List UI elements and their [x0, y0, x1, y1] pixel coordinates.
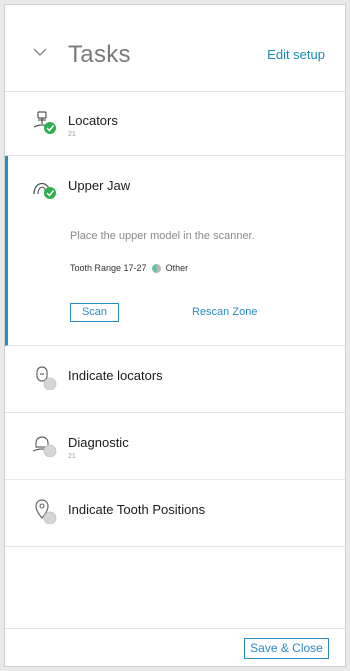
task-description: Place the upper model in the scanner. — [70, 230, 255, 242]
upper-jaw-icon — [33, 182, 56, 199]
task-indicate-locators[interactable]: Indicate locators — [5, 346, 345, 413]
task-sub: 21 — [68, 453, 76, 460]
indicate-locators-icon — [36, 366, 57, 390]
scan-button[interactable]: Scan — [70, 303, 119, 322]
diagnostic-icon — [32, 436, 57, 457]
chevron-down-icon[interactable] — [33, 47, 47, 57]
tasks-panel: Tasks Edit setup Locators 21 Upper Jaw P… — [4, 4, 346, 667]
rescan-zone-link[interactable]: Rescan Zone — [192, 306, 257, 318]
tooth-range: Tooth Range 17-27 Other — [70, 263, 188, 273]
material-label: Other — [165, 263, 189, 273]
material-color-icon — [151, 263, 161, 273]
edit-setup-link[interactable]: Edit setup — [267, 47, 325, 62]
task-indicate-tooth-positions[interactable]: Indicate Tooth Positions — [5, 480, 345, 547]
locator-icon — [33, 111, 56, 134]
task-name: Indicate Tooth Positions — [68, 502, 206, 517]
task-name: Upper Jaw — [68, 178, 131, 193]
task-diagnostic[interactable]: Diagnostic 21 — [5, 413, 345, 480]
task-name: Locators — [68, 113, 118, 128]
tooth-position-icon — [35, 499, 57, 524]
tooth-range-label: Tooth Range 17-27 — [70, 263, 147, 273]
task-locators[interactable]: Locators 21 — [5, 91, 345, 156]
task-sub: 21 — [68, 131, 76, 138]
tasks-header: Tasks Edit setup — [5, 5, 345, 92]
page-title: Tasks — [68, 41, 131, 68]
task-name: Diagnostic — [68, 435, 129, 450]
task-name: Indicate locators — [68, 368, 163, 383]
panel-footer: Save & Close — [5, 628, 345, 666]
save-close-button[interactable]: Save & Close — [244, 638, 329, 659]
task-upper-jaw[interactable]: Upper Jaw Place the upper model in the s… — [5, 156, 345, 346]
